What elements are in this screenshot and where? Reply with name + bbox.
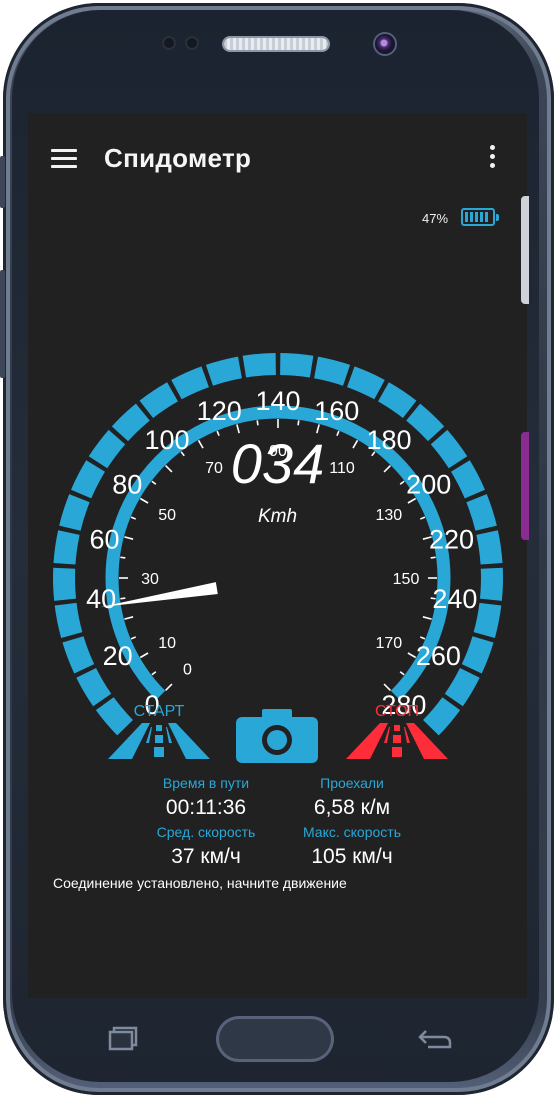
outer-band-segment xyxy=(444,667,480,707)
speedometer-gauge: 020406080100120 140 1601802002202402602800… xyxy=(53,353,503,736)
outer-band-segment xyxy=(62,636,95,674)
inner-tick xyxy=(256,420,259,426)
distance-stat: Проехали 6,58 к/м xyxy=(282,775,422,820)
travel-time-value: 00:11:36 xyxy=(165,796,247,819)
home-button[interactable] xyxy=(216,1016,334,1062)
outer-band-segment xyxy=(473,602,502,639)
screen: Спидометр 47% 0 20 40 60 80 100 120 140 160 180 20… xyxy=(28,113,527,998)
inner-tick xyxy=(139,652,149,659)
start-label: СТАРТ xyxy=(133,703,185,720)
hamburger-menu-icon[interactable] xyxy=(51,149,77,169)
avg-speed-value: 37 км/ч xyxy=(171,845,241,868)
outer-band-segment xyxy=(139,382,179,419)
avg-speed-stat: Сред. скорость 37 км/ч xyxy=(138,824,274,869)
edge-panel-handle[interactable] xyxy=(521,196,529,304)
inner-tick xyxy=(422,616,432,620)
inner-tick xyxy=(130,636,137,640)
inner-tick xyxy=(419,636,426,640)
volume-rocker xyxy=(0,270,5,378)
light-sensor xyxy=(185,36,199,50)
max-speed-value: 105 км/ч xyxy=(311,845,393,868)
outer-speed-label: 120 xyxy=(197,396,242,426)
inner-tick xyxy=(120,597,126,600)
inner-tick xyxy=(430,556,436,559)
outer-band-segment xyxy=(205,356,243,386)
volume-button xyxy=(0,156,5,208)
distance-label: Проехали xyxy=(320,775,384,791)
inner-speed-label: 150 xyxy=(393,571,420,588)
start-button[interactable]: СТАРТ xyxy=(104,703,214,766)
stop-label: СТОП xyxy=(374,703,420,720)
front-camera xyxy=(375,34,395,54)
inner-speed-label: 30 xyxy=(141,571,159,588)
inner-tick xyxy=(124,616,134,620)
edge-lighting-indicator xyxy=(521,432,529,540)
travel-time-stat: Время в пути 00:11:36 xyxy=(146,775,266,820)
inner-tick xyxy=(151,671,157,676)
outer-speed-label: 20 xyxy=(103,641,133,671)
outer-band-segment xyxy=(479,567,503,601)
travel-time-label: Время в пути xyxy=(162,775,250,791)
outer-speed-label: 220 xyxy=(429,524,474,554)
recent-apps-icon[interactable] xyxy=(108,1025,142,1051)
inner-tick xyxy=(399,671,405,676)
start-road-icon xyxy=(108,723,210,759)
outer-band-segment xyxy=(346,366,385,400)
outer-speed-label: 60 xyxy=(89,524,119,554)
back-icon[interactable] xyxy=(418,1025,452,1051)
outer-speed-label: 40 xyxy=(86,584,116,614)
current-speed: 034 xyxy=(230,432,325,495)
camera-icon xyxy=(236,709,318,763)
outer-band-segment xyxy=(476,530,503,565)
stop-road-icon xyxy=(346,723,448,759)
distance-value: 6,58 к/м xyxy=(313,796,391,819)
battery-icon xyxy=(461,208,499,226)
camera-button[interactable] xyxy=(234,709,320,768)
max-speed-stat: Макс. скорость 105 км/ч xyxy=(282,824,422,869)
earpiece-speaker xyxy=(224,38,328,50)
inner-speed-label: 0 xyxy=(183,662,192,679)
battery-percent: 47% xyxy=(422,211,449,226)
outer-band-segment xyxy=(54,602,83,639)
outer-band-segment xyxy=(171,366,210,400)
outer-band-segment xyxy=(377,382,417,419)
outer-band-segment xyxy=(313,356,351,386)
more-options-icon[interactable] xyxy=(490,145,496,171)
app-bar: Спидометр xyxy=(28,113,527,201)
proximity-sensor xyxy=(162,36,176,50)
inner-speed-label: 10 xyxy=(158,635,176,652)
inner-tick xyxy=(124,536,134,540)
inner-tick xyxy=(297,420,300,426)
avg-speed-label: Сред. скорость xyxy=(156,824,256,840)
outer-band-segment xyxy=(461,636,494,674)
outer-speed-label: 160 xyxy=(314,396,359,426)
outer-band-segment xyxy=(76,667,112,707)
outer-band-segment xyxy=(53,530,80,565)
outer-band-segment xyxy=(242,353,277,378)
max-speed-label: Макс. скорость xyxy=(302,824,401,840)
app-title: Спидометр xyxy=(104,143,252,173)
speed-unit: Kmh xyxy=(257,506,298,527)
inner-tick xyxy=(120,556,126,559)
status-message: Соединение установлено, начните движение xyxy=(53,875,347,891)
outer-speed-label: 140 xyxy=(255,386,300,416)
inner-speed-label: 170 xyxy=(375,635,402,652)
outer-speed-label: 240 xyxy=(432,584,477,614)
inner-tick xyxy=(165,683,173,691)
outer-band-segment xyxy=(53,567,77,601)
stop-button[interactable]: СТОП xyxy=(342,703,452,766)
outer-speed-label: 260 xyxy=(416,641,461,671)
outer-band-segment xyxy=(279,353,314,378)
inner-tick xyxy=(407,652,417,659)
